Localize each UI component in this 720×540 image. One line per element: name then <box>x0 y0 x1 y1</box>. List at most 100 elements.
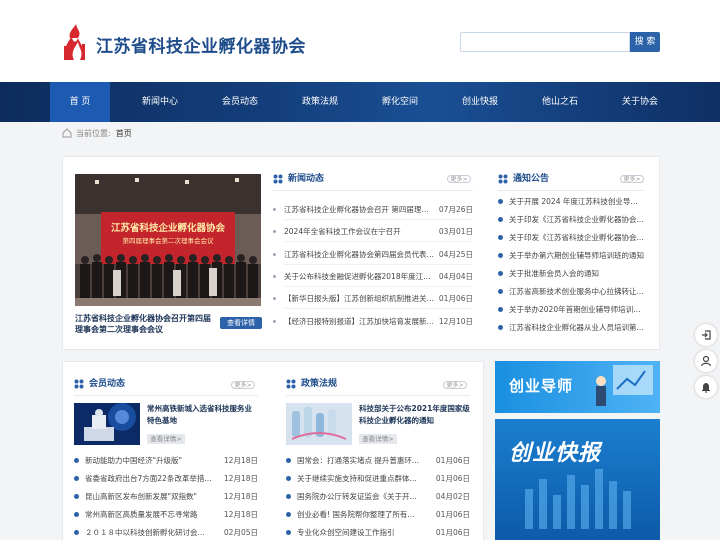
list-item[interactable]: 关于印发《江苏省科技企业孵化器协会... <box>498 211 644 229</box>
list-item[interactable]: 关于举办第六期创业辅导师培训班的通知 <box>498 247 644 265</box>
nav-item-policy[interactable]: 政策法规 <box>290 82 350 122</box>
view-details-button[interactable]: 查看详情 <box>220 317 262 329</box>
list-item-text: 2024年全省科技工作会议在宁召开 <box>284 227 401 236</box>
list-item-date: 04月04日 <box>438 272 473 281</box>
policy-feature-image[interactable] <box>286 403 352 445</box>
list-item-text: 省委省政府出台7方面22条改革举措... <box>85 474 212 483</box>
express-banner[interactable]: 创业快报 <box>495 419 660 540</box>
list-item[interactable]: 2024年全省科技工作会议在宁召开 03月01日 <box>273 223 473 241</box>
policy-title[interactable]: 政策法规 <box>301 377 337 391</box>
nav-item-about[interactable]: 关于协会 <box>610 82 670 122</box>
nav-item-express[interactable]: 创业快报 <box>450 82 510 122</box>
list-item[interactable]: 省委省政府出台7方面22条改革举措... 12月18日 <box>74 470 258 488</box>
list-item[interactable]: 江苏省高新技术创业服务中心拉拂转让... <box>498 283 644 301</box>
grid-icon <box>74 379 84 389</box>
list-item-text: 江苏省科技企业孵化器协会第四届会员代表大... <box>284 250 434 259</box>
notices-divider <box>498 190 644 191</box>
list-item[interactable]: 江苏省科技企业孵化器协会第四届会员代表大... 04月25日 <box>273 246 473 264</box>
breadcrumb-current[interactable]: 首页 <box>116 129 132 138</box>
mentor-banner[interactable]: 创业导师 <box>495 361 660 413</box>
list-item-date: 12月18日 <box>223 474 258 483</box>
news-header: 新闻动态 <box>273 172 473 186</box>
notification-float-button[interactable] <box>695 376 717 398</box>
list-item[interactable]: 关于举办2020年首期创业辅导师培训班... <box>498 301 644 319</box>
list-item-text: 关于开展 2024 年度江苏科技创业导师... <box>509 197 644 206</box>
list-item-text: 专业化众创空间建设工作指引 <box>297 528 395 537</box>
grid-icon <box>273 174 283 184</box>
user-float-button[interactable] <box>695 350 717 372</box>
list-item-text: 江苏省高新技术创业服务中心拉拂转让... <box>509 287 644 296</box>
news-more-link[interactable]: 更多> <box>447 175 471 183</box>
list-item[interactable]: 昆山高新区发布创新发展"双指数" 12月18日 <box>74 488 258 506</box>
nav-item-incubation[interactable]: 孵化空间 <box>370 82 430 122</box>
list-item-text: 关于公布科技金融促进孵化器2018年度江苏省科... <box>284 272 434 281</box>
list-item[interactable]: 专业化众创空间建设工作指引 01月06日 <box>286 524 470 540</box>
policy-feature-title[interactable]: 科技部关于公布2021年度国家级科技企业孵化器的通知 <box>359 403 471 427</box>
list-item[interactable]: 国务院办公厅转发证监会《关于开... 04月02日 <box>286 488 470 506</box>
home-icon <box>62 128 72 138</box>
members-more-link[interactable]: 更多> <box>231 381 255 389</box>
members-details-button[interactable]: 查看详情> <box>147 434 185 444</box>
mentor-banner-label: 创业导师 <box>509 377 574 395</box>
search-button[interactable]: 搜 索 <box>630 32 660 52</box>
list-item[interactable]: 新动能助力中国经济"升级版" 12月18日 <box>74 452 258 470</box>
list-item-date: 01月06日 <box>435 474 470 483</box>
notices-title[interactable]: 通知公告 <box>513 172 549 186</box>
list-item[interactable]: 关于公布科技金融促进孵化器2018年度江苏省科... 04月04日 <box>273 268 473 286</box>
row-divider <box>284 241 473 242</box>
featured-caption[interactable]: 江苏省科技企业孵化器协会召开第四届理事会第二次理事会会议 <box>75 313 215 335</box>
policy-more-link[interactable]: 更多> <box>443 381 467 389</box>
list-item-date: 12月10日 <box>438 317 473 326</box>
list-item[interactable]: 关于继续实施支持和促进重点群体... 01月06日 <box>286 470 470 488</box>
site-title[interactable]: 江苏省科技企业孵化器协会 <box>96 32 306 57</box>
list-item-text: 江苏省科技企业孵化器从业人员培训第... <box>509 323 644 332</box>
nav-item-reference[interactable]: 他山之石 <box>530 82 590 122</box>
list-item-date: 01月06日 <box>435 456 470 465</box>
list-item-date: 04月25日 <box>438 250 473 259</box>
list-item-text: 【经济日报特别报道】江苏加快培育发展新质... <box>284 317 434 326</box>
news-divider <box>273 190 473 191</box>
search-input[interactable] <box>460 32 630 52</box>
list-item[interactable]: 关于印发《江苏省科技企业孵化器协会... <box>498 229 644 247</box>
express-banner-label: 创业快报 <box>509 441 602 466</box>
list-item-text: 关于印发《江苏省科技企业孵化器协会... <box>509 233 644 242</box>
nav-item-members[interactable]: 会员动态 <box>210 82 270 122</box>
members-title[interactable]: 会员动态 <box>89 377 125 391</box>
list-item[interactable]: 关于开展 2024 年度江苏科技创业导师... <box>498 193 644 211</box>
list-item-date: 12月18日 <box>223 510 258 519</box>
site-header: 江苏省科技企业孵化器协会 搜 索 <box>0 0 720 82</box>
list-item[interactable]: 常州高新区高质量发展不忘寻常路 12月18日 <box>74 506 258 524</box>
news-title[interactable]: 新闻动态 <box>288 172 324 186</box>
list-item[interactable]: 关于批准新会员入会的通知 <box>498 265 644 283</box>
list-item-date: 04月02日 <box>435 492 470 501</box>
row-divider <box>284 308 473 309</box>
list-item-text: 常州高新区高质量发展不忘寻常路 <box>85 510 198 519</box>
list-item[interactable]: 江苏省科技企业孵化器从业人员培训第... <box>498 319 644 337</box>
user-icon <box>700 355 712 367</box>
list-item-date: 12月18日 <box>223 456 258 465</box>
list-item-text: 关于举办2020年首期创业辅导师培训班... <box>509 305 644 314</box>
list-item-text: ２０１８中以科技创新孵化研讨会... <box>85 528 205 537</box>
list-item[interactable]: 【经济日报特别报道】江苏加快培育发展新质... 12月10日 <box>273 313 473 331</box>
list-item-text: 【新华日报头版】江苏创新组织机制推进关键... <box>284 294 434 303</box>
list-item[interactable]: 【新华日报头版】江苏创新组织机制推进关键... 01月06日 <box>273 290 473 308</box>
featured-photo[interactable]: 江苏省科技企业孵化器协会 第四届理事会第二次理事会会议 <box>75 174 261 306</box>
nav-item-news[interactable]: 新闻中心 <box>130 82 190 122</box>
members-feature-title[interactable]: 常州高铁新城入选省科技服务业特色基地 <box>147 403 259 427</box>
members-feature-image[interactable] <box>74 403 140 445</box>
policy-details-button[interactable]: 查看详情> <box>359 434 397 444</box>
nav-item-home[interactable]: 首 页 <box>50 82 110 122</box>
list-item-text: 江苏省科技企业孵化器协会召开 第四届理事会... <box>284 205 434 214</box>
grid-icon <box>498 174 508 184</box>
list-item[interactable]: ２０１８中以科技创新孵化研讨会... 02月05日 <box>74 524 258 540</box>
list-item[interactable]: 江苏省科技企业孵化器协会召开 第四届理事会... 07月26日 <box>273 201 473 219</box>
flame-logo-icon[interactable] <box>60 24 90 62</box>
notices-more-link[interactable]: 更多> <box>620 175 644 183</box>
login-icon <box>702 330 711 340</box>
breadcrumb-prefix: 当前位置: <box>76 129 111 138</box>
login-float-button[interactable] <box>695 324 717 346</box>
list-item-date: 03月01日 <box>438 227 473 236</box>
list-item-text: 昆山高新区发布创新发展"双指数" <box>85 492 197 501</box>
list-item[interactable]: 国常会：打通落实堵点 提升普惠环... 01月06日 <box>286 452 470 470</box>
list-item[interactable]: 创业必看! 国务院帮你整理了所有... 01月06日 <box>286 506 470 524</box>
